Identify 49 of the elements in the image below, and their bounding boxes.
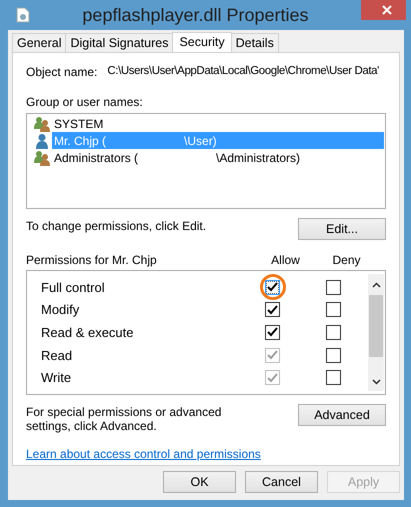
permission-name: Modify — [40, 302, 80, 318]
user-name: \User) — [184, 134, 217, 148]
hint-text: For special permissions or advanced settings, click Advanced. — [26, 404, 222, 433]
user-name: Administrators ( — [54, 150, 138, 164]
close-icon — [382, 5, 392, 15]
edit-button[interactable]: Edit... — [298, 218, 386, 240]
checkbox[interactable] — [326, 348, 341, 363]
user-name: \Administrators) — [216, 150, 300, 164]
close-button[interactable] — [360, 0, 406, 20]
user-name: Mr. Chjp ( — [54, 134, 106, 148]
section-label: Permissions for Mr. Chjp — [26, 253, 158, 267]
hint-text: To change permissions, click Edit. — [26, 218, 206, 233]
dialog-button[interactable]: Cancel — [245, 471, 318, 493]
scroll-thumb[interactable] — [369, 295, 383, 357]
tab[interactable]: Digital Signatures — [65, 33, 174, 52]
permission-name: Full control — [40, 280, 106, 295]
field-label: Object name: — [26, 65, 98, 80]
permission-name: Write — [40, 370, 72, 386]
tab[interactable]: Security — [172, 32, 232, 52]
highlight-circle — [260, 274, 286, 300]
checkbox[interactable] — [265, 302, 280, 318]
user-icon — [33, 132, 51, 148]
tab[interactable]: Details — [230, 33, 279, 52]
permission-name: Read — [40, 348, 74, 363]
checkbox[interactable] — [326, 324, 341, 340]
column-header: Allow — [270, 253, 301, 267]
scroll-up-icon — [372, 282, 380, 288]
checkbox[interactable] — [265, 280, 280, 295]
scroll-down-icon — [372, 379, 380, 385]
advanced-button[interactable]: Advanced — [298, 404, 386, 426]
user-name: SYSTEM — [54, 116, 104, 130]
section-label: Group or user names: — [26, 95, 144, 109]
list-item[interactable]: Administrators ( \Administrators) — [28, 149, 384, 166]
scrollbar[interactable] — [368, 274, 384, 391]
file-icon — [16, 7, 30, 23]
help-link[interactable]: Learn about access control and permissions — [26, 447, 261, 461]
permission-name: Read & execute — [40, 324, 135, 340]
list-item[interactable]: SYSTEM — [28, 115, 384, 132]
users-icon — [33, 150, 51, 166]
checkbox[interactable] — [326, 302, 341, 318]
users-icon — [33, 116, 51, 132]
tab[interactable]: General — [12, 33, 66, 52]
window-title: pepflashplayer.dll Properties — [82, 4, 309, 26]
checkbox[interactable] — [326, 280, 341, 295]
dialog-button[interactable]: OK — [163, 471, 236, 493]
column-header: Deny — [331, 253, 362, 267]
object-path: C:\Users\User\AppData\Local\Google\Chrome\User Data' — [107, 65, 379, 79]
checkbox[interactable] — [265, 324, 280, 340]
checkbox[interactable] — [326, 370, 341, 386]
